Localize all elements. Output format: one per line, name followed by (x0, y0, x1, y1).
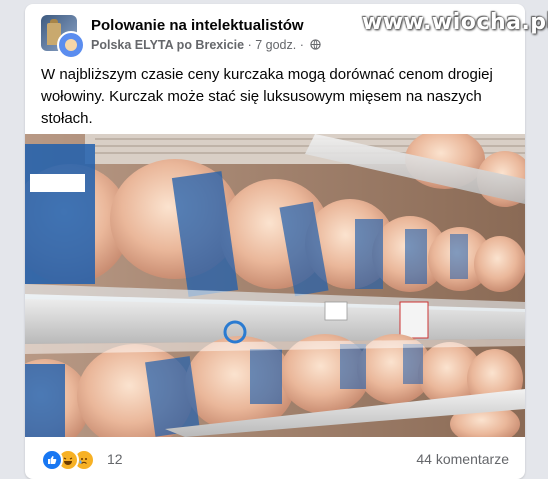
post-text: W najbliższym czasie ceny kurczaka mogą … (41, 66, 493, 127)
chicken-shelves-picture (25, 134, 525, 437)
meta-separator-2: · (299, 38, 304, 52)
post-card: Polowanie na intelektualistów Polska ELY… (25, 4, 525, 479)
group-name-link[interactable]: Polowanie na intelektualistów (91, 17, 304, 34)
post-meta: Polska ELYTA po Brexicie · 7 godz. · (91, 38, 322, 53)
like-icon (41, 449, 63, 471)
watermark: www.wiocha.pl (362, 10, 548, 35)
post-time[interactable]: 7 godz. (255, 38, 296, 52)
post-image[interactable] (25, 134, 525, 437)
globe-icon (310, 39, 322, 53)
post-footer: 12 44 komentarze (25, 437, 525, 479)
author-name-link[interactable]: Polska ELYTA po Brexicie (91, 38, 244, 52)
meta-separator: · (247, 38, 252, 52)
reaction-count[interactable]: 12 (107, 451, 123, 467)
author-avatar[interactable] (57, 31, 85, 59)
comments-count-link[interactable]: 44 komentarze (416, 451, 509, 467)
